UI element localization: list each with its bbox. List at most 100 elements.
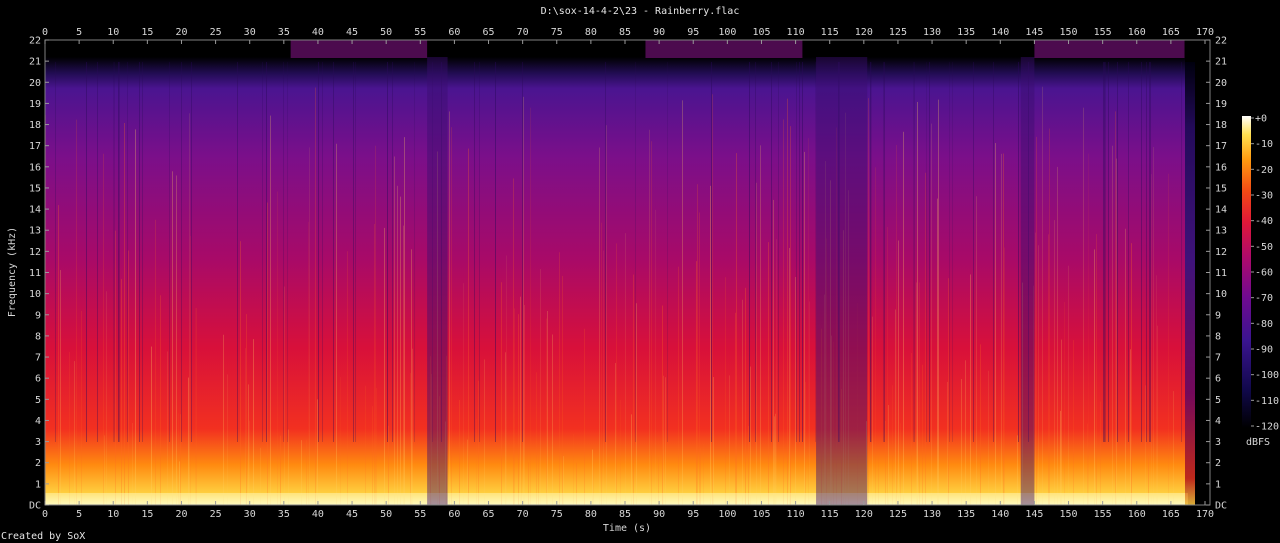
x-tick-label-top: 0 xyxy=(42,27,48,38)
spectrogram-streak xyxy=(584,328,585,505)
spectrogram-streak xyxy=(1049,128,1050,505)
spectrogram-streak xyxy=(808,138,809,505)
spectrogram-gap xyxy=(799,62,800,442)
x-tick-label-top: 20 xyxy=(175,27,187,38)
spectrogram-streak xyxy=(240,241,241,505)
spectrogram-streak xyxy=(336,143,337,505)
spectrogram-streak xyxy=(128,250,129,505)
spectrogram-streak xyxy=(887,226,888,505)
spectrogram-streak xyxy=(1073,340,1074,505)
spectrogram-streak xyxy=(410,373,411,505)
spectrogram-gap xyxy=(479,62,480,442)
spectrogram-streak xyxy=(132,423,133,505)
y-tick-label-left: 22 xyxy=(29,36,41,47)
x-tick-label-bottom: 50 xyxy=(380,509,392,520)
x-tick-label-top: 150 xyxy=(1059,27,1077,38)
spectrogram-streak xyxy=(270,115,271,505)
y-tick-label-right: 15 xyxy=(1215,183,1227,194)
y-tick-label-right: 17 xyxy=(1215,141,1227,152)
spectrogram-streak xyxy=(277,191,278,506)
x-tick-label-top: 140 xyxy=(991,27,1009,38)
spectrogram-streak xyxy=(631,414,632,505)
spectrogram-streak xyxy=(403,225,404,505)
spectrogram-streak xyxy=(742,299,743,505)
spectrogram-streak xyxy=(1088,153,1089,505)
spectrogram-streak xyxy=(1057,166,1058,505)
spectrogram-streak xyxy=(696,261,697,505)
spectrogram-streak xyxy=(155,219,156,505)
x-tick-label-bottom: 5 xyxy=(76,509,82,520)
spectrogram-streak xyxy=(308,221,309,505)
spectrogram-streak xyxy=(530,107,531,505)
x-tick-label-top: 130 xyxy=(923,27,941,38)
x-tick-label-top: 115 xyxy=(821,27,839,38)
spectrogram-streak xyxy=(1042,86,1043,506)
y-tick-label-right: 10 xyxy=(1215,289,1227,300)
x-tick-label-bottom: 90 xyxy=(653,509,665,520)
spectrogram-gap xyxy=(605,62,606,442)
spectrogram-streak xyxy=(248,384,249,505)
spectrogram-gap xyxy=(392,62,393,442)
spectrogram-gap xyxy=(926,62,927,442)
x-tick-label-top: 165 xyxy=(1162,27,1180,38)
spectrogram-streak xyxy=(546,318,547,505)
spectrogram-streak xyxy=(245,348,246,505)
spectrogram-gap xyxy=(127,62,128,442)
spectrogram-gap xyxy=(113,62,114,442)
x-tick-label-top: 100 xyxy=(718,27,736,38)
spectrogram-streak xyxy=(922,364,923,505)
spectrogram-streak xyxy=(663,375,664,505)
spectrogram-streak xyxy=(948,278,949,505)
spectrogram-streak xyxy=(1004,247,1005,506)
spectrogram-loud-section xyxy=(290,40,428,58)
colorbar-tick-label: -70 xyxy=(1255,293,1273,304)
colorbar-ticks: +0 -10 -20 -30 -40 -50 -60 -70 -80 -90 -100 -110 -12… xyxy=(1251,114,1279,433)
spectrogram-streak xyxy=(1153,147,1154,505)
spectrogram-streak xyxy=(1125,228,1126,505)
spectrogram-streak xyxy=(1168,173,1169,505)
spectrogram-streak xyxy=(931,123,932,505)
spectrogram-streak xyxy=(651,141,652,505)
spectrogram-gap xyxy=(1108,62,1109,442)
spectrogram-streak xyxy=(376,387,377,505)
spectrogram-gap xyxy=(871,62,872,442)
spectrogram-streak xyxy=(970,274,971,505)
spectrogram-gap xyxy=(97,62,98,442)
spectrogram-streak xyxy=(1145,385,1146,505)
spectrogram-streak xyxy=(284,286,285,505)
spectrogram-streak xyxy=(712,94,713,506)
spectrogram-streak xyxy=(976,196,977,505)
spectrogram-loud-section xyxy=(1034,40,1185,58)
y-tick-label-left: DC xyxy=(29,501,41,512)
spectrogram-streak xyxy=(937,198,938,506)
spectrogram-streak xyxy=(885,420,886,505)
spectrogram-gap xyxy=(86,62,87,442)
x-tick-label-top: 35 xyxy=(278,27,290,38)
spectrogram-streak xyxy=(682,100,683,505)
spectrogram-streak xyxy=(615,363,616,505)
spectrogram-streak xyxy=(227,374,228,505)
spectrogram-gap xyxy=(914,62,915,442)
spectrogram-streak xyxy=(374,223,375,505)
spectrogram-gap xyxy=(1150,62,1151,442)
spectrogram-gap xyxy=(169,62,170,442)
y-axis-right: DC12345678910111213141516171819202122 xyxy=(1206,36,1227,512)
spectrogram-streak xyxy=(160,295,161,505)
spectrogram-gap xyxy=(114,62,115,442)
spectrogram-streak xyxy=(697,184,698,505)
x-tick-label-top: 45 xyxy=(346,27,358,38)
colorbar-tick-label: -100 xyxy=(1255,370,1279,381)
spectrogram-gap xyxy=(1149,62,1150,442)
spectrogram-streak xyxy=(505,352,506,505)
spectrogram-streak xyxy=(783,119,784,505)
x-tick-label-top: 40 xyxy=(312,27,324,38)
spectrogram-gap xyxy=(1018,62,1019,442)
x-tick-label-bottom: 165 xyxy=(1162,509,1180,520)
y-tick-label-left: 12 xyxy=(29,247,41,258)
spectrogram-streak xyxy=(501,282,502,505)
spectrogram-gap xyxy=(778,62,779,442)
spectrogram-gap xyxy=(1105,62,1106,442)
x-tick-label-top: 55 xyxy=(414,27,426,38)
y-tick-label-right: 3 xyxy=(1215,437,1221,448)
spectrogram-streak xyxy=(106,291,107,505)
